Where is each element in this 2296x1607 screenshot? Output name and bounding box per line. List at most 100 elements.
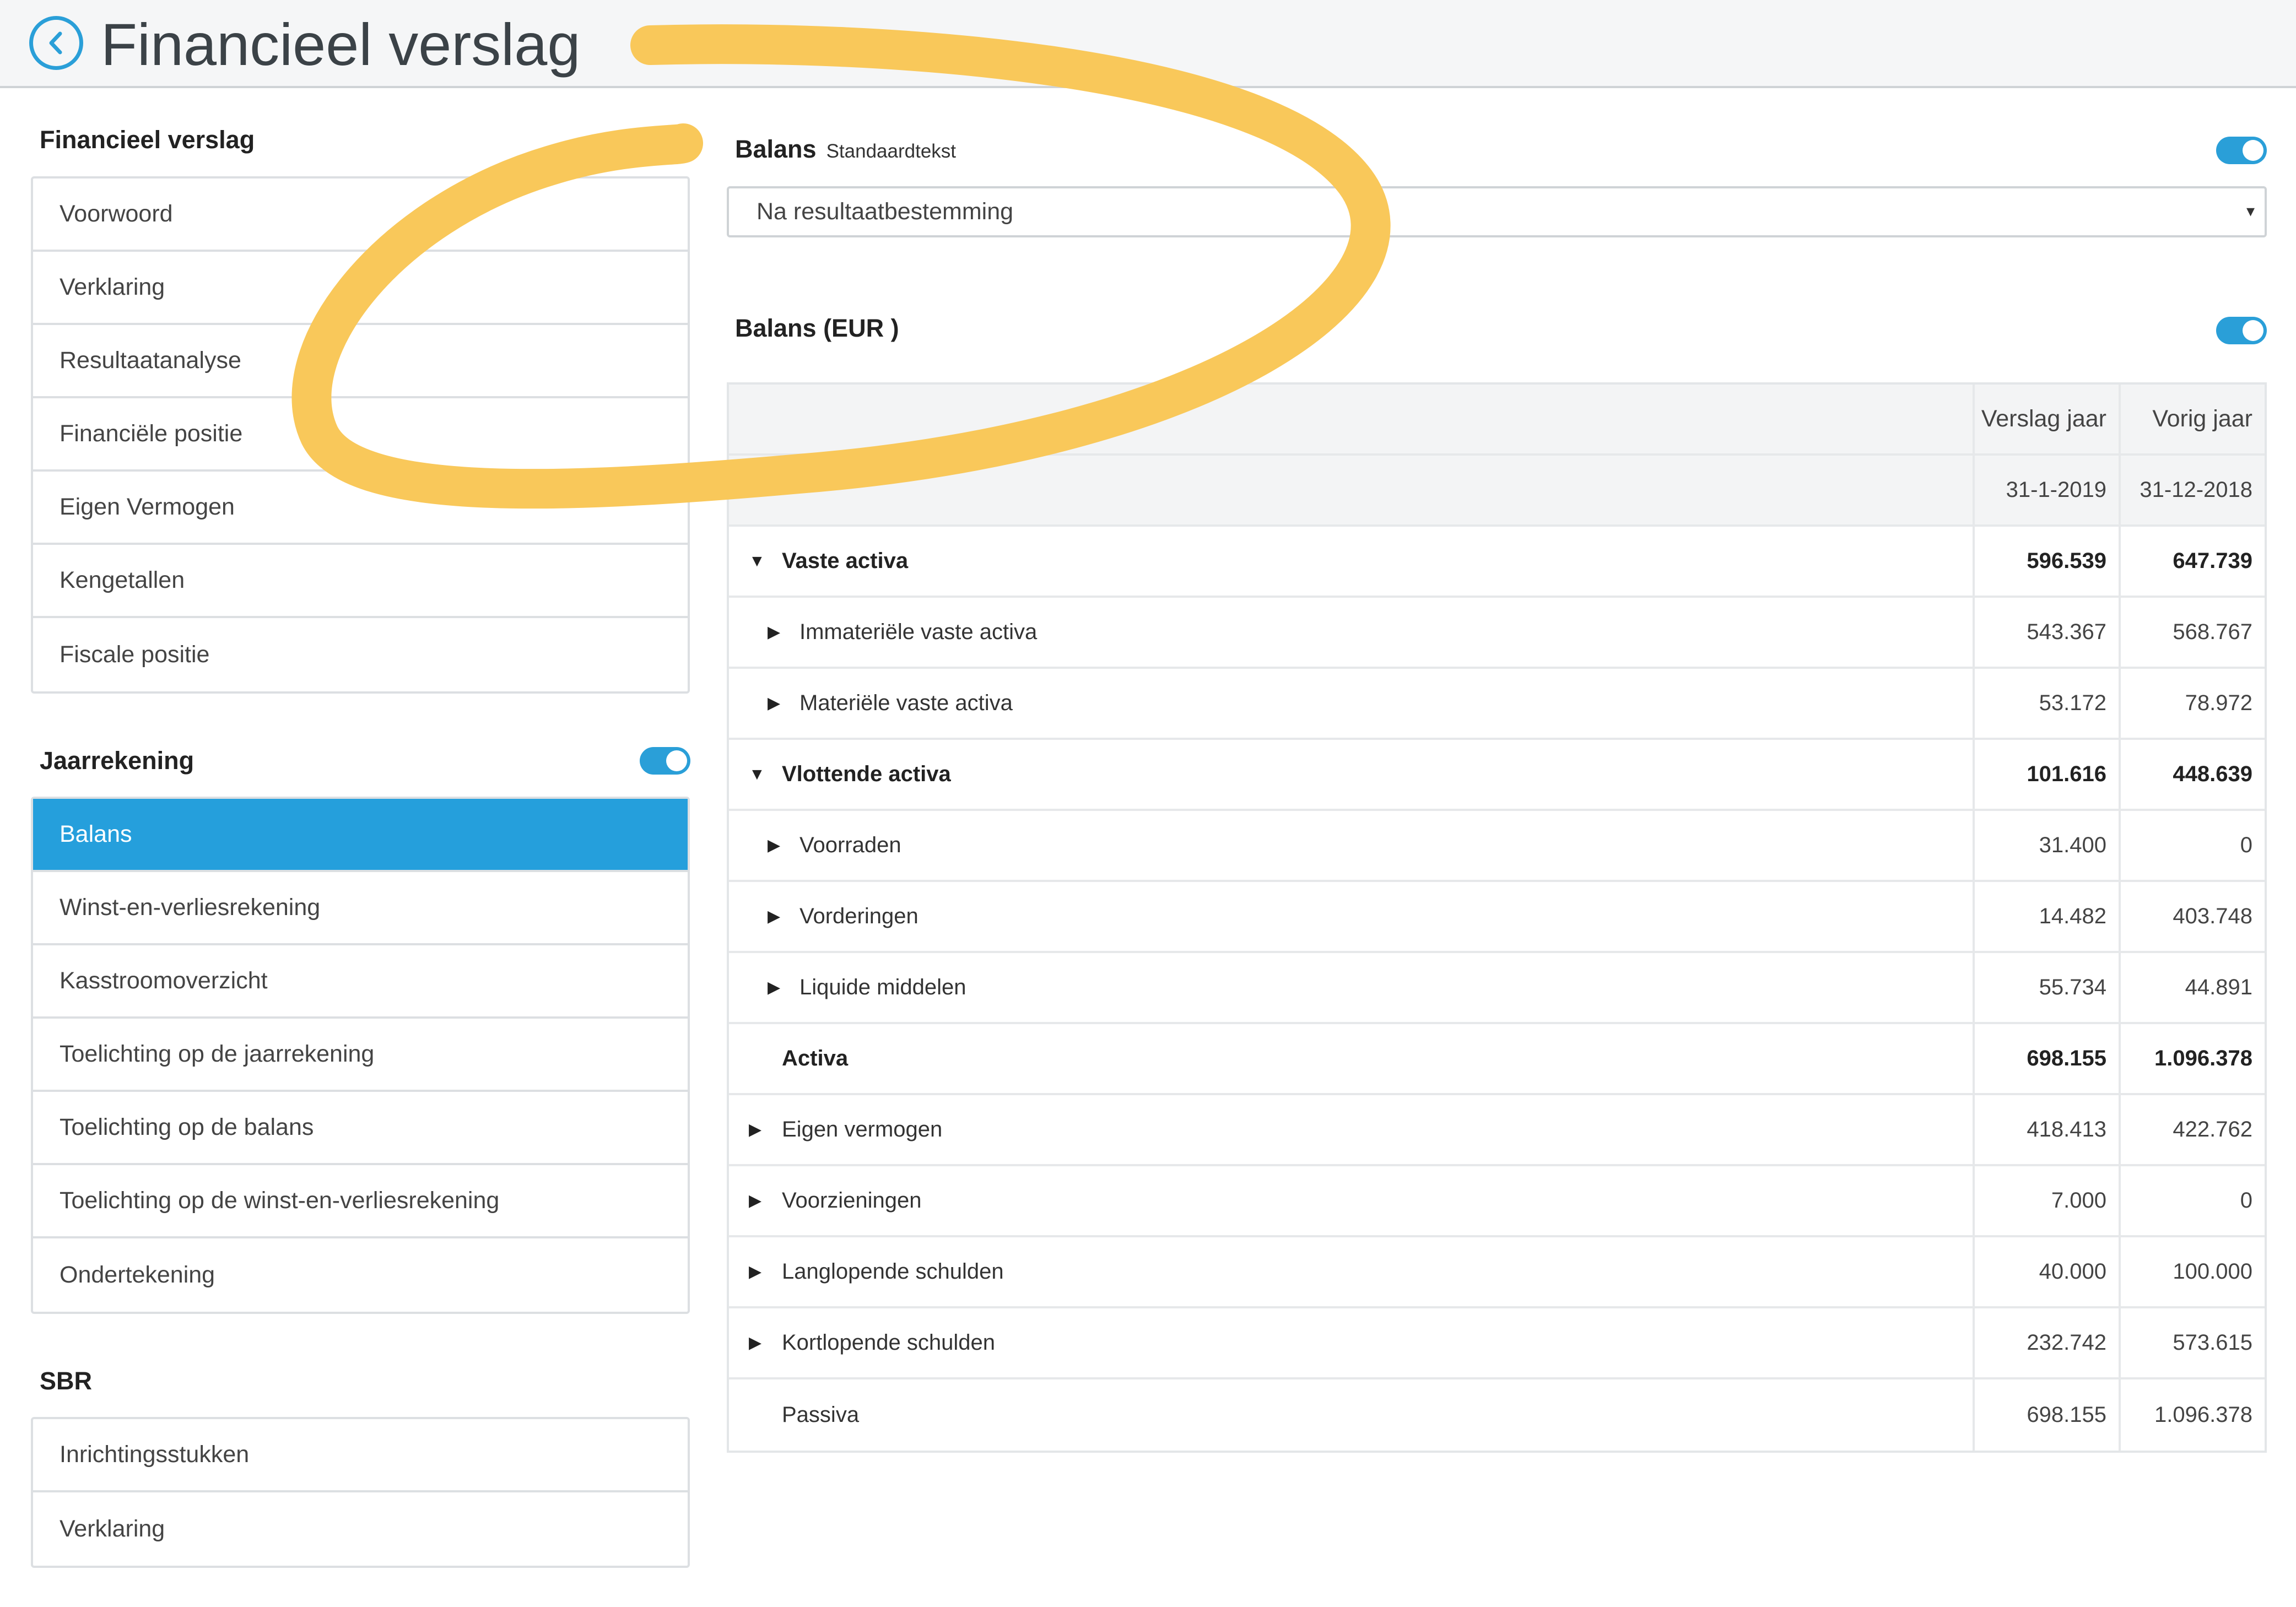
table-row[interactable]: ▶ Immateriële vaste activa 543.367 568.767 bbox=[729, 598, 2265, 669]
sidebar-item-verklaring[interactable]: Verklaring bbox=[33, 252, 688, 325]
table-row[interactable]: ▶ Voorraden 31.400 0 bbox=[729, 811, 2265, 882]
cell-vorig-jaar: 0 bbox=[2119, 811, 2265, 880]
sidebar-item-winst-en-verliesrekening[interactable]: Winst-en-verliesrekening bbox=[33, 872, 688, 945]
sidebar-item-sbr-verklaring[interactable]: Verklaring bbox=[33, 1492, 688, 1566]
row-label: ▶ Eigen vermogen bbox=[729, 1095, 1973, 1164]
row-label: ▶ Voorzieningen bbox=[729, 1166, 1973, 1235]
caret-right-icon[interactable]: ▶ bbox=[768, 623, 780, 642]
cell-vorig-jaar: 568.767 bbox=[2119, 598, 2265, 667]
row-label-text: Langlopende schulden bbox=[782, 1259, 1004, 1284]
toggle-knob bbox=[2243, 320, 2263, 341]
caret-right-icon[interactable]: ▶ bbox=[749, 1262, 761, 1281]
nav-list-sbr: Inrichtingsstukken Verklaring bbox=[31, 1417, 690, 1568]
cell-verslag-jaar: 14.482 bbox=[1973, 882, 2119, 951]
table-row[interactable]: ▶ Materiële vaste activa 53.172 78.972 bbox=[729, 669, 2265, 740]
jaarrekening-toggle[interactable] bbox=[640, 747, 690, 775]
cell-verslag-jaar: 698.155 bbox=[1973, 1024, 2119, 1093]
row-label-text: Eigen vermogen bbox=[782, 1117, 943, 1141]
row-label-text: Liquide middelen bbox=[799, 975, 966, 999]
section-title-financieel-verslag: Financieel verslag bbox=[40, 126, 255, 154]
top-header: Financieel verslag bbox=[0, 0, 2296, 88]
sidebar-item-fiscale-positie[interactable]: Fiscale positie bbox=[33, 618, 688, 691]
sidebar-item-toelichting-jaarrekening[interactable]: Toelichting op de jaarrekening bbox=[33, 1019, 688, 1092]
row-label: ▶ Voorraden bbox=[729, 811, 1973, 880]
cell-verslag-jaar: 596.539 bbox=[1973, 527, 2119, 596]
cell-verslag-jaar: 418.413 bbox=[1973, 1095, 2119, 1164]
table-row: Activa 698.155 1.096.378 bbox=[729, 1024, 2265, 1095]
cell-verslag-jaar: 101.616 bbox=[1973, 740, 2119, 809]
row-label-text: Vorderingen bbox=[799, 904, 919, 928]
cell-vorig-jaar: 422.762 bbox=[2119, 1095, 2265, 1164]
caret-right-icon[interactable]: ▶ bbox=[768, 978, 780, 997]
sidebar-item-voorwoord[interactable]: Voorwoord bbox=[33, 178, 688, 252]
row-label-text: Kortlopende schulden bbox=[782, 1330, 995, 1355]
caret-right-icon[interactable]: ▶ bbox=[768, 694, 780, 713]
caret-right-icon[interactable]: ▶ bbox=[768, 907, 780, 926]
nav-list-jaarrekening: Balans Winst-en-verliesrekening Kasstroo… bbox=[31, 797, 690, 1314]
table-row: Passiva 698.155 1.096.378 bbox=[729, 1379, 2265, 1451]
table-row[interactable]: ▶ Liquide middelen 55.734 44.891 bbox=[729, 953, 2265, 1024]
header-empty-cell bbox=[729, 385, 1973, 453]
sidebar-item-kasstroomoverzicht[interactable]: Kasstroomoverzicht bbox=[33, 945, 688, 1019]
row-label: ▶ Langlopende schulden bbox=[729, 1237, 1973, 1306]
date-empty-cell bbox=[729, 456, 1973, 524]
sidebar-item-toelichting-balans[interactable]: Toelichting op de balans bbox=[33, 1092, 688, 1165]
row-label: ▼ Vaste activa bbox=[729, 527, 1973, 596]
sidebar-item-kengetallen[interactable]: Kengetallen bbox=[33, 545, 688, 618]
balans-table: Verslag jaar Vorig jaar 31-1-2019 31-12-… bbox=[727, 382, 2267, 1453]
column-header-vorig-jaar: Vorig jaar bbox=[2119, 385, 2265, 453]
section-title-sbr: SBR bbox=[40, 1367, 93, 1395]
row-label: ▼ Vlottende activa bbox=[729, 740, 1973, 809]
table-header-row: Verslag jaar Vorig jaar bbox=[729, 385, 2265, 456]
table-row[interactable]: ▶ Voorzieningen 7.000 0 bbox=[729, 1166, 2265, 1237]
sidebar-item-toelichting-wv[interactable]: Toelichting op de winst-en-verliesrekeni… bbox=[33, 1165, 688, 1238]
caret-right-icon[interactable]: ▶ bbox=[768, 836, 780, 855]
row-label: Passiva bbox=[729, 1379, 1973, 1451]
caret-right-icon[interactable]: ▶ bbox=[749, 1120, 761, 1139]
table-row[interactable]: ▶ Kortlopende schulden 232.742 573.615 bbox=[729, 1308, 2265, 1379]
cell-vorig-jaar: 44.891 bbox=[2119, 953, 2265, 1022]
caret-down-icon[interactable]: ▼ bbox=[749, 552, 765, 571]
row-label-text: Immateriële vaste activa bbox=[799, 620, 1038, 644]
caret-right-icon[interactable]: ▶ bbox=[749, 1191, 761, 1210]
cell-verslag-jaar: 55.734 bbox=[1973, 953, 2119, 1022]
cell-verslag-jaar: 40.000 bbox=[1973, 1237, 2119, 1306]
caret-right-icon[interactable]: ▶ bbox=[749, 1333, 761, 1352]
sidebar-item-eigen-vermogen[interactable]: Eigen Vermogen bbox=[33, 472, 688, 545]
table-row[interactable]: ▶ Eigen vermogen 418.413 422.762 bbox=[729, 1095, 2265, 1166]
row-label: Activa bbox=[729, 1024, 1973, 1093]
row-label-text: Voorzieningen bbox=[782, 1188, 922, 1213]
row-label: ▶ Immateriële vaste activa bbox=[729, 598, 1973, 667]
balans-standaardtekst-toggle[interactable] bbox=[2216, 137, 2267, 164]
sidebar-item-financiele-positie[interactable]: Financiële positie bbox=[33, 398, 688, 472]
cell-verslag-jaar: 543.367 bbox=[1973, 598, 2119, 667]
table-body: ▼ Vaste activa 596.539 647.739 ▶ Immateriële … bbox=[729, 527, 2265, 1451]
caret-down-icon[interactable]: ▼ bbox=[749, 765, 765, 784]
cell-vorig-jaar: 78.972 bbox=[2119, 669, 2265, 738]
table-row[interactable]: ▼ Vlottende activa 101.616 448.639 bbox=[729, 740, 2265, 811]
cell-vorig-jaar: 1.096.378 bbox=[2119, 1024, 2265, 1093]
cell-vorig-jaar: 0 bbox=[2119, 1166, 2265, 1235]
sidebar-item-balans[interactable]: Balans bbox=[33, 799, 688, 872]
back-button[interactable] bbox=[29, 16, 83, 70]
table-row[interactable]: ▶ Langlopende schulden 40.000 100.000 bbox=[729, 1237, 2265, 1308]
row-label: ▶ Liquide middelen bbox=[729, 953, 1973, 1022]
date-verslag-jaar: 31-1-2019 bbox=[1973, 456, 2119, 524]
table-row[interactable]: ▼ Vaste activa 596.539 647.739 bbox=[729, 527, 2265, 598]
row-label-text: Materiële vaste activa bbox=[799, 691, 1013, 715]
chevron-left-icon bbox=[49, 31, 62, 55]
cell-verslag-jaar: 698.155 bbox=[1973, 1379, 2119, 1451]
balans-table-toggle[interactable] bbox=[2216, 317, 2267, 344]
cell-verslag-jaar: 232.742 bbox=[1973, 1308, 2119, 1377]
sidebar-item-inrichtingsstukken[interactable]: Inrichtingsstukken bbox=[33, 1419, 688, 1492]
cell-vorig-jaar: 100.000 bbox=[2119, 1237, 2265, 1306]
cell-vorig-jaar: 1.096.378 bbox=[2119, 1379, 2265, 1451]
resultaatbestemming-select[interactable]: Na resultaatbestemming ▾ bbox=[727, 186, 2267, 237]
balans-section-subtitle: Standaardtekst bbox=[826, 140, 957, 162]
row-label-text: Passiva bbox=[782, 1403, 860, 1427]
sidebar-item-resultaatanalyse[interactable]: Resultaatanalyse bbox=[33, 325, 688, 398]
balans-section-header: Balans Standaardtekst bbox=[735, 135, 956, 164]
table-row[interactable]: ▶ Vorderingen 14.482 403.748 bbox=[729, 882, 2265, 953]
row-label-text: Activa bbox=[782, 1046, 849, 1070]
sidebar-item-ondertekening[interactable]: Ondertekening bbox=[33, 1238, 688, 1312]
